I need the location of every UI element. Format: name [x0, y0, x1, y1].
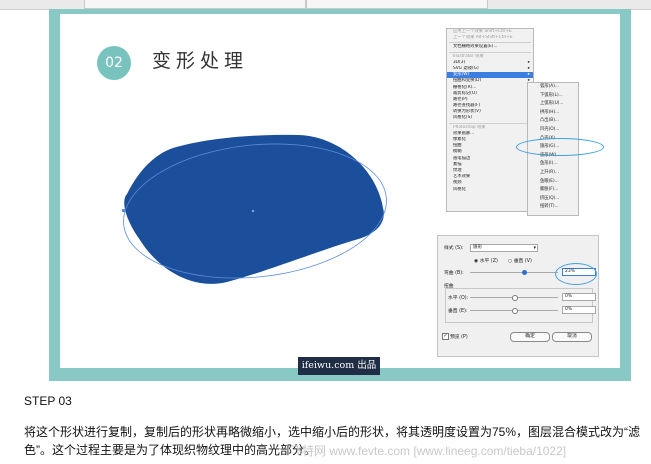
ok-button[interactable]: 确定	[510, 332, 550, 342]
effect-menu[interactable]: 应用上一个效果 Shift+Ctrl+E 上一个效果 Alt+Shift+Ctrl…	[446, 28, 534, 212]
vertical-radio[interactable]: ○ 垂直 (V)	[508, 257, 532, 264]
highlight-ring-flag-option	[516, 138, 604, 156]
warp-options-dialog: 样式 (S): 旗形 ◉ 水平 (Z) ○ 垂直 (V) 弯曲 (B): 23%…	[437, 235, 599, 357]
preview-label: 预览 (P)	[450, 335, 468, 340]
bend-label: 弯曲 (B):	[444, 271, 464, 276]
submenu-item[interactable]: 挤压(Q)...	[528, 195, 578, 204]
menu-item[interactable]: 文档栅格效果设置(E)...	[447, 44, 533, 50]
step-number-badge: 02	[97, 46, 131, 80]
style-select[interactable]: 旗形	[470, 244, 538, 252]
horizontal-distortion-input[interactable]: 0%	[562, 293, 596, 301]
site-watermark: ifeiwu.com 出品	[298, 357, 380, 375]
anchor-left	[122, 209, 125, 212]
horizontal-radio-label: 水平 (Z)	[479, 259, 498, 264]
vertical-distortion-input[interactable]: 0%	[562, 306, 596, 314]
cancel-button[interactable]: 取消	[552, 332, 592, 342]
horizontal-distortion-label: 水平 (O):	[448, 296, 469, 301]
submenu-item[interactable]: 鱼形(I)...	[528, 160, 578, 169]
submenu-item[interactable]: 下弧形(L)...	[528, 92, 578, 101]
menu-separator	[449, 122, 531, 124]
submenu-item[interactable]: 上弧形(U)...	[528, 100, 578, 109]
submenu-item[interactable]: 拱形(H)...	[528, 109, 578, 118]
browser-tab[interactable]	[84, 0, 306, 9]
submenu-item[interactable]: 扭转(T)...	[528, 203, 578, 212]
menu-separator	[449, 42, 531, 44]
highlight-ring-bend-value	[555, 263, 597, 285]
vertical-radio-label: 垂直 (V)	[513, 259, 532, 264]
preview-checkbox[interactable]: ✓	[442, 333, 449, 340]
submenu-item[interactable]: 上升(R)...	[528, 169, 578, 178]
flag-warped-shape	[124, 134, 384, 284]
center-point	[251, 209, 255, 213]
warped-shape-illustration	[122, 134, 387, 284]
menu-item[interactable]: 风格化(S)	[447, 115, 533, 121]
menu-item[interactable]: 上一个效果 Alt+Shift+Ctrl+E	[447, 35, 533, 41]
submenu-item[interactable]: 弧形(A)...	[528, 83, 578, 92]
style-label: 样式 (S):	[444, 246, 464, 251]
menu-separator	[449, 51, 531, 53]
submenu-item[interactable]: 膨胀(F)...	[528, 186, 578, 195]
forum-watermark: 飞特网 www.fevte.com [www.lineeg.com/tieba/…	[290, 444, 567, 458]
horizontal-radio[interactable]: ◉ 水平 (Z)	[474, 257, 498, 264]
submenu-item[interactable]: 凹壳(O)...	[528, 126, 578, 135]
menu-item[interactable]: 风格化	[447, 187, 533, 193]
horizontal-distortion-knob[interactable]	[512, 294, 518, 301]
style-select-value: 旗形	[473, 245, 482, 250]
submenu-item[interactable]: 凸出(B)...	[528, 117, 578, 126]
step-heading: STEP 03	[24, 394, 72, 408]
submenu-item[interactable]: 鱼眼(E)...	[528, 178, 578, 187]
bend-slider-track[interactable]	[470, 272, 558, 273]
bend-slider-knob[interactable]	[521, 269, 527, 275]
vertical-distortion-label: 垂直 (E):	[448, 309, 468, 314]
browser-tab[interactable]	[306, 0, 488, 9]
slide-title: 变形处理	[152, 50, 249, 72]
vertical-distortion-knob[interactable]	[512, 307, 518, 314]
